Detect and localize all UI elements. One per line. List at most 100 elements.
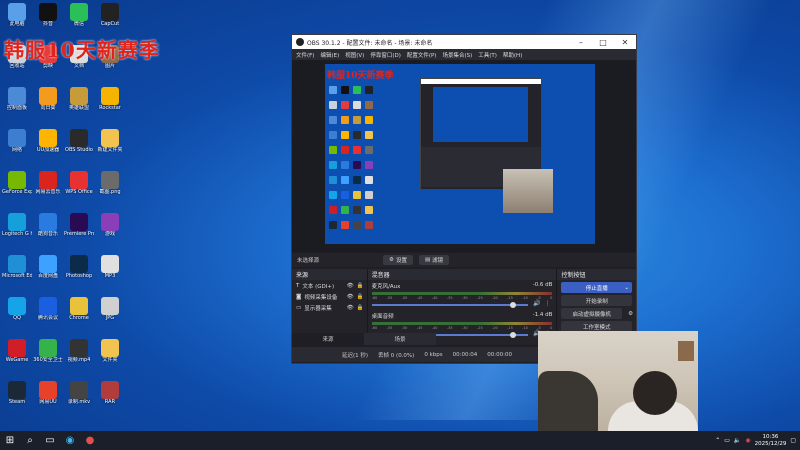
- menu-item[interactable]: 工具(T): [478, 51, 497, 59]
- meter-tick-label: -50: [401, 296, 408, 300]
- desktop-icon[interactable]: 网络: [2, 129, 32, 163]
- close-icon[interactable]: ✕: [614, 38, 636, 47]
- obs-preview[interactable]: 韩服10天新赛季: [292, 60, 636, 252]
- lock-icon[interactable]: 🔒: [357, 305, 364, 311]
- desktop-icon[interactable]: Photoshop: [64, 255, 94, 289]
- speaker-icon[interactable]: 🔈: [734, 437, 741, 444]
- dropped-frames: 丢帧 0 (0.0%): [378, 352, 415, 359]
- source-item[interactable]: ◙ 视频采集设备 👁 🔒: [292, 291, 367, 302]
- notification-icon[interactable]: ▢: [790, 437, 796, 444]
- desktop-icon[interactable]: Steam: [2, 381, 32, 415]
- desktop-icon[interactable]: 百度网盘: [33, 255, 63, 289]
- start-recording-button[interactable]: 开始录制: [561, 295, 632, 306]
- preview-mini-icon: [365, 161, 373, 169]
- desktop-icon[interactable]: 录制.mkv: [64, 381, 94, 415]
- desktop-icon[interactable]: 截图.png: [95, 171, 125, 205]
- desktop-icon-label: 网易云音乐: [35, 189, 61, 195]
- edge-icon[interactable]: ◉: [60, 431, 80, 450]
- obs-title-bar[interactable]: OBS 30.1.2 - 配置文件: 未命名 - 场景: 未命名 – □ ✕: [292, 35, 636, 49]
- menu-item[interactable]: 配置文件(P): [407, 51, 437, 59]
- desktop-app-icon: [8, 297, 26, 315]
- network-icon[interactable]: ▭: [724, 437, 730, 444]
- system-tray: ⌃ ▭ 🔈 ◉ 10:36 2025/12/29 ▢: [715, 431, 796, 450]
- desktop-icon[interactable]: 酷狗音乐: [33, 213, 63, 247]
- volume-slider[interactable]: 🔊⋮: [371, 300, 553, 308]
- volume-slider-handle[interactable]: [510, 302, 517, 308]
- desktop-icon[interactable]: 网易UU: [33, 381, 63, 415]
- desktop-icon[interactable]: GeForce Experience: [2, 171, 32, 205]
- preview-mini-icon: [353, 131, 361, 139]
- source-filters-button[interactable]: ▤ 滤镜: [418, 255, 450, 265]
- preview-mini-icon: [341, 146, 349, 154]
- eye-icon[interactable]: 👁: [347, 294, 354, 300]
- desktop-icon[interactable]: 网易云音乐: [33, 171, 63, 205]
- menu-item[interactable]: 停靠窗口(D): [370, 51, 401, 59]
- taskbar-clock[interactable]: 10:36 2025/12/29: [755, 434, 787, 448]
- desktop-icon[interactable]: Logitech G HUB: [2, 213, 32, 247]
- minimize-icon[interactable]: –: [570, 38, 592, 47]
- more-icon[interactable]: ⋮: [544, 300, 550, 307]
- desktop-icon[interactable]: 360安全卫士: [33, 339, 63, 373]
- desktop-icon[interactable]: 向日葵: [33, 87, 63, 121]
- chevron-up-icon[interactable]: ⌃: [715, 437, 720, 444]
- virtual-camera-button[interactable]: 启动虚拟摄像机 ⚙: [561, 308, 633, 319]
- eye-icon[interactable]: 👁: [347, 305, 354, 311]
- stream-time: 00:00:04: [452, 351, 478, 358]
- desktop-icon[interactable]: 抖音: [33, 3, 63, 37]
- desktop-icon[interactable]: UU加速器: [33, 129, 63, 163]
- chevron-down-icon[interactable]: ⌄: [624, 285, 629, 291]
- lock-icon[interactable]: 🔒: [357, 294, 364, 300]
- desktop-icon[interactable]: OBS Studio: [64, 129, 94, 163]
- lock-icon[interactable]: 🔒: [357, 283, 364, 289]
- stop-stream-button[interactable]: 停止直播 ⌄: [561, 282, 632, 293]
- desktop-icon[interactable]: 文件夹: [95, 339, 125, 373]
- desktop-app-icon: [101, 3, 119, 21]
- tab-scenes[interactable]: 场景: [364, 333, 436, 345]
- maximize-icon[interactable]: □: [592, 38, 614, 47]
- desktop-icon[interactable]: MP3: [95, 255, 125, 289]
- menu-item[interactable]: 场景集合(S): [442, 51, 472, 59]
- search-icon[interactable]: ⌕: [20, 431, 40, 450]
- source-item[interactable]: ▭ 显示器采集 👁 🔒: [292, 302, 367, 313]
- source-item[interactable]: T 文本 (GDI+) 👁 🔒: [292, 280, 367, 291]
- obs-window[interactable]: OBS 30.1.2 - 配置文件: 未命名 - 场景: 未命名 – □ ✕ 文…: [291, 34, 637, 364]
- desktop-icon[interactable]: 英雄联盟: [64, 87, 94, 121]
- task-view-icon[interactable]: ▭: [40, 431, 60, 450]
- obs-taskbar-icon[interactable]: ●: [80, 431, 100, 450]
- desktop-icon[interactable]: Rockstar: [95, 87, 125, 121]
- desktop-icon[interactable]: RAR: [95, 381, 125, 415]
- desktop-icon[interactable]: JPG: [95, 297, 125, 331]
- menu-item[interactable]: 文件(F): [296, 51, 314, 59]
- desktop-icon[interactable]: Chrome: [64, 297, 94, 331]
- desktop-icon-label: Microsoft Edge: [2, 273, 32, 279]
- desktop-icon[interactable]: WPS Office: [64, 171, 94, 205]
- desktop-app-icon: [101, 129, 119, 147]
- meter-tick-label: -40: [431, 326, 438, 330]
- desktop-icon[interactable]: 控制面板: [2, 87, 32, 121]
- desktop-icon[interactable]: CapCut: [95, 3, 125, 37]
- gear-icon[interactable]: ⚙: [628, 311, 633, 317]
- tab-sources[interactable]: 来源: [292, 333, 364, 345]
- desktop-icon[interactable]: WeGame: [2, 339, 32, 373]
- preview-canvas[interactable]: 韩服10天新赛季: [325, 64, 595, 244]
- desktop-icon[interactable]: 视频.mp4: [64, 339, 94, 373]
- desktop-icon[interactable]: 腾讯会议: [33, 297, 63, 331]
- desktop-icon[interactable]: 游戏: [95, 213, 125, 247]
- menu-item[interactable]: 视图(V): [345, 51, 364, 59]
- eye-icon[interactable]: 👁: [347, 283, 354, 289]
- desktop-icon[interactable]: Premiere Pro: [64, 213, 94, 247]
- windows-start-icon[interactable]: ⊞: [0, 431, 20, 450]
- desktop-icon[interactable]: Microsoft Edge: [2, 255, 32, 289]
- speaker-icon[interactable]: 🔊: [533, 300, 540, 307]
- desktop-icon-label: OBS Studio: [65, 147, 93, 153]
- source-settings-button[interactable]: ⚙ 设置: [383, 255, 413, 265]
- record-indicator-icon[interactable]: ◉: [745, 437, 750, 444]
- desktop-icon[interactable]: QQ: [2, 297, 32, 331]
- preview-mini-icon: [365, 206, 373, 214]
- desktop-app-icon: [39, 171, 57, 189]
- menu-item[interactable]: 编辑(E): [320, 51, 339, 59]
- desktop-icon[interactable]: 此电脑: [2, 3, 32, 37]
- desktop-icon[interactable]: 微信: [64, 3, 94, 37]
- desktop-icon[interactable]: 新建文件夹: [95, 129, 125, 163]
- menu-item[interactable]: 帮助(H): [503, 51, 522, 59]
